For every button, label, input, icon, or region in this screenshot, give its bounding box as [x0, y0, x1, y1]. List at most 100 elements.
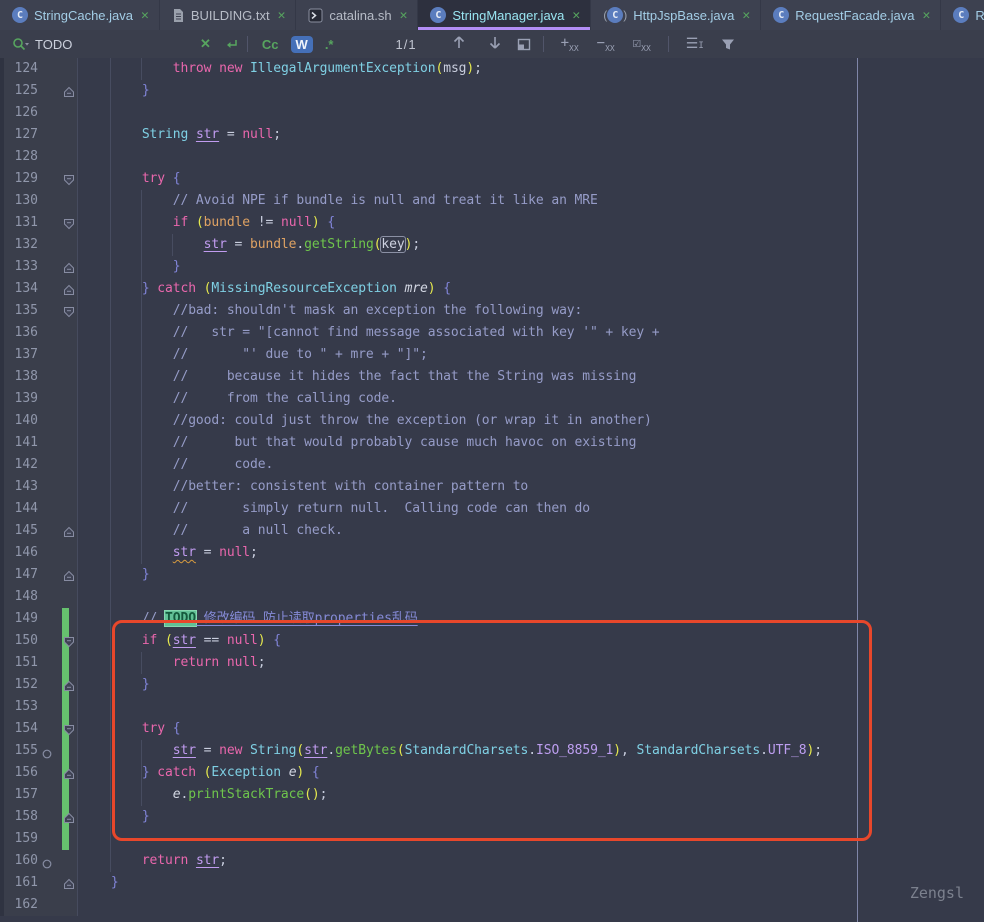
- fold-down-icon[interactable]: [63, 217, 75, 229]
- gutter[interactable]: 160: [0, 850, 78, 872]
- remove-occurrence-icon[interactable]: −XX: [597, 35, 615, 53]
- gutter[interactable]: 158: [0, 806, 78, 828]
- gutter[interactable]: 149: [0, 608, 78, 630]
- gutter[interactable]: 129: [0, 168, 78, 190]
- code-text[interactable]: //good: could just throw the exception (…: [78, 410, 984, 432]
- gutter[interactable]: 162: [0, 894, 78, 916]
- tab-request-java[interactable]: CRequest.java✕: [941, 0, 984, 30]
- newline-icon[interactable]: [225, 38, 239, 51]
- close-tab-icon[interactable]: ✕: [141, 8, 149, 23]
- fold-up-icon[interactable]: [63, 569, 75, 581]
- code-text[interactable]: String str = null;: [78, 124, 984, 146]
- code-text[interactable]: // because it hides the fact that the St…: [78, 366, 984, 388]
- code-text[interactable]: [78, 586, 984, 608]
- code-text[interactable]: str = bundle.getString(key);: [78, 234, 984, 256]
- close-tab-icon[interactable]: ✕: [278, 8, 286, 23]
- code-text[interactable]: [78, 146, 984, 168]
- code-text[interactable]: } catch (MissingResourceException mre) {: [78, 278, 984, 300]
- gutter[interactable]: 144: [0, 498, 78, 520]
- fold-up-icon[interactable]: [63, 85, 75, 97]
- code-text[interactable]: // but that would probably cause much ha…: [78, 432, 984, 454]
- code-text[interactable]: e.printStackTrace();: [78, 784, 984, 806]
- code-text[interactable]: }: [78, 564, 984, 586]
- code-text[interactable]: if (bundle != null) {: [78, 212, 984, 234]
- code-text[interactable]: return null;: [78, 652, 984, 674]
- code-text[interactable]: [78, 102, 984, 124]
- gutter[interactable]: 147: [0, 564, 78, 586]
- gutter[interactable]: 141: [0, 432, 78, 454]
- gutter[interactable]: 150: [0, 630, 78, 652]
- previous-occurrence-icon[interactable]: [453, 36, 465, 52]
- fold-down-icon[interactable]: [63, 723, 75, 735]
- code-text[interactable]: // Avoid NPE if bundle is null and treat…: [78, 190, 984, 212]
- code-text[interactable]: throw new IllegalArgumentException(msg);: [78, 58, 984, 80]
- gutter[interactable]: 132: [0, 234, 78, 256]
- code-text[interactable]: [78, 828, 984, 850]
- gutter[interactable]: 151: [0, 652, 78, 674]
- gutter[interactable]: 139: [0, 388, 78, 410]
- fold-up-icon[interactable]: [63, 767, 75, 779]
- close-tab-icon[interactable]: ✕: [742, 8, 750, 23]
- fold-up-icon[interactable]: [63, 261, 75, 273]
- code-text[interactable]: // simply return null. Calling code can …: [78, 498, 984, 520]
- tab-requestfacade-java[interactable]: CRequestFacade.java✕: [761, 0, 941, 30]
- gutter[interactable]: 137: [0, 344, 78, 366]
- code-text[interactable]: }: [78, 806, 984, 828]
- code-text[interactable]: try {: [78, 718, 984, 740]
- gutter[interactable]: 125: [0, 80, 78, 102]
- fold-up-icon[interactable]: [63, 811, 75, 823]
- close-tab-icon[interactable]: ✕: [572, 8, 580, 23]
- tab-stringcache-java[interactable]: CStringCache.java✕: [0, 0, 160, 30]
- code-text[interactable]: //bad: shouldn't mask an exception the f…: [78, 300, 984, 322]
- match-case-toggle[interactable]: Cc: [262, 37, 279, 52]
- fold-up-icon[interactable]: [63, 877, 75, 889]
- select-occurrences-icon[interactable]: ☑XX: [633, 35, 651, 53]
- code-text[interactable]: [78, 894, 984, 916]
- gutter[interactable]: 159: [0, 828, 78, 850]
- regex-toggle[interactable]: .*: [325, 37, 334, 52]
- tab-httpjspbase-java[interactable]: (C)HttpJspBase.java✕: [591, 0, 761, 30]
- gutter[interactable]: 153: [0, 696, 78, 718]
- gutter[interactable]: 134: [0, 278, 78, 300]
- open-in-find-window-icon[interactable]: [517, 38, 531, 51]
- close-tab-icon[interactable]: ✕: [400, 8, 408, 23]
- code-text[interactable]: if (str == null) {: [78, 630, 984, 652]
- gutter[interactable]: 148: [0, 586, 78, 608]
- code-text[interactable]: //better: consistent with container patt…: [78, 476, 984, 498]
- search-icon[interactable]: [12, 37, 29, 52]
- fold-down-icon[interactable]: [63, 173, 75, 185]
- code-text[interactable]: }: [78, 256, 984, 278]
- gutter[interactable]: 138: [0, 366, 78, 388]
- code-text[interactable]: try {: [78, 168, 984, 190]
- gutter[interactable]: 130: [0, 190, 78, 212]
- gutter[interactable]: 140: [0, 410, 78, 432]
- code-text[interactable]: [78, 696, 984, 718]
- gutter[interactable]: 135: [0, 300, 78, 322]
- code-text[interactable]: }: [78, 80, 984, 102]
- gutter[interactable]: 152: [0, 674, 78, 696]
- code-text[interactable]: // from the calling code.: [78, 388, 984, 410]
- gutter[interactable]: 154: [0, 718, 78, 740]
- code-text[interactable]: }: [78, 872, 984, 894]
- gutter[interactable]: 124: [0, 58, 78, 80]
- code-text[interactable]: // TODO 修改编码 防止读取properties乱码: [78, 608, 984, 630]
- gutter[interactable]: 126: [0, 102, 78, 124]
- gutter[interactable]: 161: [0, 872, 78, 894]
- gutter[interactable]: 142: [0, 454, 78, 476]
- close-tab-icon[interactable]: ✕: [922, 8, 930, 23]
- tab-catalina-sh[interactable]: catalina.sh✕: [296, 0, 418, 30]
- add-occurrence-icon[interactable]: +XX: [561, 35, 579, 53]
- code-text[interactable]: // str = "[cannot find message associate…: [78, 322, 984, 344]
- gutter[interactable]: 156: [0, 762, 78, 784]
- code-text[interactable]: }: [78, 674, 984, 696]
- gutter[interactable]: 143: [0, 476, 78, 498]
- gutter[interactable]: 133: [0, 256, 78, 278]
- clear-search-icon[interactable]: ✕: [200, 36, 211, 52]
- gutter[interactable]: 146: [0, 542, 78, 564]
- gutter[interactable]: 131: [0, 212, 78, 234]
- gutter-circle-icon[interactable]: [42, 746, 52, 756]
- gutter[interactable]: 155: [0, 740, 78, 762]
- fold-up-icon[interactable]: [63, 283, 75, 295]
- code-text[interactable]: } catch (Exception e) {: [78, 762, 984, 784]
- search-input[interactable]: TODO: [35, 37, 200, 52]
